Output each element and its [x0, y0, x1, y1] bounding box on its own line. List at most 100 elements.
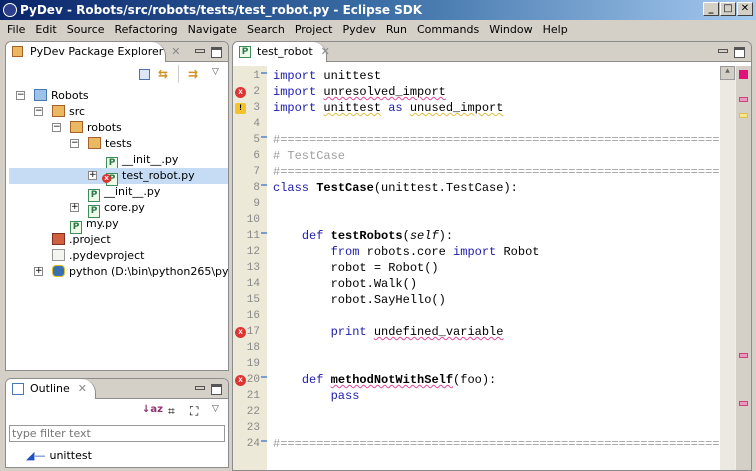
close-icon[interactable]: ✕ [171, 45, 180, 58]
collapse-icon[interactable]: − [34, 107, 43, 116]
warning-marker-icon[interactable]: ! [235, 103, 246, 114]
code-line[interactable]: 20 x def methodNotWithSelf(foo): [233, 372, 721, 388]
collapse-all-icon[interactable] [139, 69, 150, 80]
tree-item-robots-package[interactable]: − robots [6, 120, 228, 136]
error-marker-icon[interactable]: x [235, 87, 246, 98]
menu-search[interactable]: Search [242, 20, 290, 38]
error-marker-icon[interactable]: x [235, 327, 246, 338]
code-line[interactable]: 17 x print undefined_variable [233, 324, 721, 340]
filters-icon[interactable]: ⇉ [188, 67, 198, 81]
close-icon[interactable]: ✕ [78, 382, 87, 395]
code-line[interactable]: 10 [233, 212, 721, 228]
vertical-scrollbar[interactable]: ▲ [720, 66, 735, 470]
code-line[interactable]: 21 pass [233, 388, 721, 404]
minimize-icon[interactable] [718, 49, 728, 53]
menu-edit[interactable]: Edit [30, 20, 61, 38]
code-line[interactable]: 1 import unittest [233, 68, 721, 84]
code-line[interactable]: 15 robot.SayHello() [233, 292, 721, 308]
collapse-icon[interactable]: − [70, 139, 79, 148]
menu-file[interactable]: File [2, 20, 30, 38]
code-line[interactable]: 12 from robots.core import Robot [233, 244, 721, 260]
collapse-icon[interactable]: − [52, 123, 61, 132]
tree-item-core[interactable]: + Pcore.py [6, 200, 228, 218]
minimize-button[interactable]: _ [703, 2, 719, 16]
code-line[interactable]: 2 x import unresolved_import [233, 84, 721, 100]
code-line[interactable]: 14 robot.Walk() [233, 276, 721, 292]
expand-icon[interactable]: + [70, 203, 79, 212]
minimize-icon[interactable] [195, 49, 205, 53]
code-line[interactable]: 9 [233, 196, 721, 212]
collapse-icon[interactable]: ⌗ [168, 404, 175, 419]
code-line[interactable]: 16 [233, 308, 721, 324]
collapse-icon[interactable]: − [16, 91, 25, 100]
view-menu-icon[interactable]: ▽ [212, 404, 219, 414]
tree-item-src[interactable]: − src [6, 104, 228, 120]
line-number: 8 [253, 182, 260, 194]
expand-icon[interactable]: + [88, 171, 97, 180]
close-button[interactable]: ✕ [737, 2, 753, 16]
code-line[interactable]: 13 robot = Robot() [233, 260, 721, 276]
fold-toggle-icon[interactable] [261, 184, 267, 190]
expand-icon[interactable]: + [34, 267, 43, 276]
tree-item-pydevproject[interactable]: .pydevproject [6, 248, 228, 264]
code-editor[interactable]: 1 import unittest 2 x import unresolved_impo… [233, 66, 751, 470]
expand-icon[interactable]: ⛶ [190, 404, 198, 419]
code-line[interactable]: 18 [233, 340, 721, 356]
error-marker[interactable] [739, 353, 748, 358]
code-line[interactable]: 11 def testRobots(self): [233, 228, 721, 244]
sort-alpha-icon[interactable]: ↓az [142, 404, 163, 415]
code-token: from [330, 245, 360, 259]
fold-toggle-icon[interactable] [261, 440, 267, 446]
view-menu-icon[interactable]: ▽ [212, 67, 219, 77]
menu-run[interactable]: Run [381, 20, 412, 38]
menu-navigate[interactable]: Navigate [183, 20, 242, 38]
tab-test-robot[interactable]: P test_robot ✕ [233, 42, 330, 62]
fold-toggle-icon[interactable] [261, 376, 267, 382]
error-marker[interactable] [739, 401, 748, 406]
maximize-icon[interactable] [734, 47, 745, 58]
tree-item-tests[interactable]: − tests [6, 136, 228, 152]
outline-filter-input[interactable] [9, 425, 225, 442]
tree-item-test-robot[interactable]: + Px test_robot.py [9, 168, 228, 186]
warning-marker[interactable] [739, 113, 748, 118]
code-line[interactable]: 7 #======================================… [233, 164, 733, 180]
minimize-icon[interactable] [195, 386, 205, 390]
code-line[interactable]: 5 #======================================… [233, 132, 733, 148]
menu-window[interactable]: Window [484, 20, 537, 38]
code-line[interactable]: 23 [233, 420, 721, 436]
tree-item-robots[interactable]: − Robots [6, 88, 228, 104]
fold-toggle-icon[interactable] [261, 72, 267, 78]
tree-item-project-file[interactable]: .project [6, 232, 228, 248]
fold-toggle-icon[interactable] [261, 136, 267, 142]
error-marker[interactable] [739, 97, 748, 102]
maximize-button[interactable]: □ [720, 2, 736, 16]
tab-package-explorer[interactable]: PyDev Package Explorer ✕ [6, 42, 181, 62]
scroll-up-icon[interactable]: ▲ [720, 66, 735, 80]
code-line[interactable]: 4 [233, 116, 721, 132]
close-icon[interactable]: ✕ [321, 45, 330, 58]
menu-help[interactable]: Help [538, 20, 573, 38]
code-line[interactable]: 22 [233, 404, 721, 420]
tree-item-tests-init[interactable]: P __init__.py [6, 152, 228, 170]
menu-pydev[interactable]: Pydev [337, 20, 380, 38]
menu-project[interactable]: Project [290, 20, 338, 38]
link-with-editor-icon[interactable]: ⇆ [158, 67, 168, 81]
tree-item-my[interactable]: Pmy.py [6, 216, 228, 234]
code-line[interactable]: 3! import unittest as unused_import [233, 100, 721, 116]
code-line[interactable]: 24 #=====================================… [233, 436, 734, 452]
overview-ruler[interactable] [735, 66, 751, 470]
code-line[interactable]: 6 # TestCase [233, 148, 721, 164]
code-text: robot.SayHello() [273, 292, 446, 308]
fold-toggle-icon[interactable] [261, 232, 267, 238]
code-line[interactable]: 19 [233, 356, 721, 372]
code-line[interactable]: 8 class TestCase(unittest.TestCase): [233, 180, 721, 196]
tree-item-python-interpreter[interactable]: +python (D:\bin\python265\python [6, 264, 228, 280]
menu-commands[interactable]: Commands [412, 20, 484, 38]
maximize-icon[interactable] [211, 47, 222, 58]
tab-outline[interactable]: Outline ✕ [6, 379, 96, 399]
error-marker-icon[interactable]: x [235, 375, 246, 386]
tree-item-robots-init[interactable]: P __init__.py [6, 184, 228, 202]
maximize-icon[interactable] [211, 384, 222, 395]
menu-source[interactable]: Source [62, 20, 110, 38]
menu-refactoring[interactable]: Refactoring [110, 20, 183, 38]
